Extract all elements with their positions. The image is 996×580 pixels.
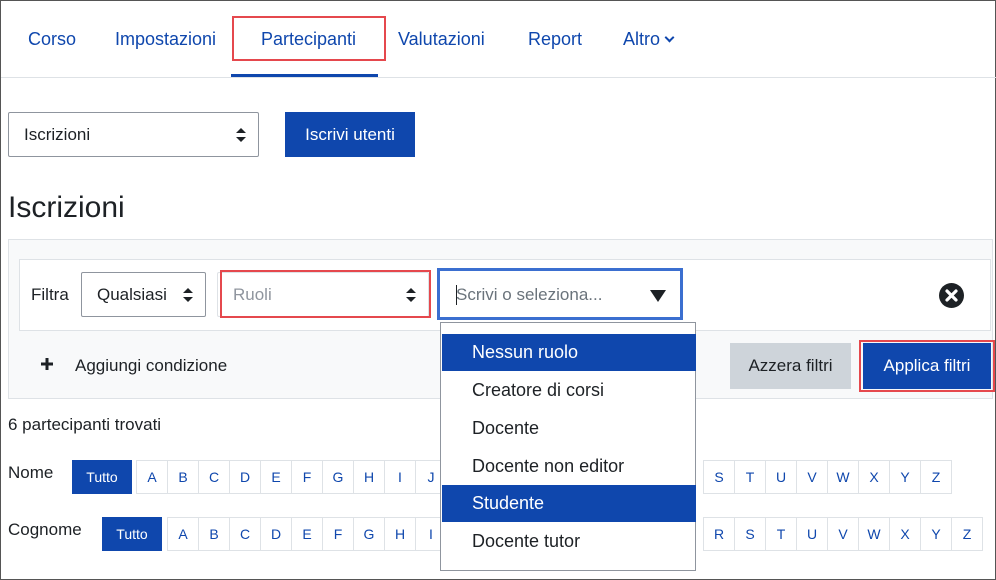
- tab-more[interactable]: Altro: [623, 27, 675, 51]
- last-initial-s[interactable]: S: [734, 517, 766, 551]
- roles-input-placeholder: Scrivi o seleziona...: [456, 285, 603, 304]
- last-initial-u[interactable]: U: [796, 517, 828, 551]
- last-initial-a[interactable]: A: [167, 517, 199, 551]
- first-initial-d[interactable]: D: [229, 460, 261, 494]
- roles-dropdown-list: Nessun ruolo Creatore di corsi Docente D…: [440, 322, 696, 571]
- plus-icon: [39, 356, 55, 372]
- tab-more-label: Altro: [623, 29, 661, 49]
- first-name-label: Nome: [8, 463, 54, 482]
- enrol-users-button[interactable]: Iscrivi utenti: [285, 112, 415, 157]
- role-option-non-editing-teacher[interactable]: Docente non editor: [442, 448, 696, 485]
- role-option-tutor[interactable]: Docente tutor: [442, 523, 696, 560]
- first-initial-z[interactable]: Z: [920, 460, 952, 494]
- last-initial-f[interactable]: F: [322, 517, 354, 551]
- filter-label: Filtra: [31, 285, 69, 304]
- last-initial-b[interactable]: B: [198, 517, 230, 551]
- first-initial-all[interactable]: Tutto: [72, 460, 132, 494]
- remove-filter-icon[interactable]: [939, 283, 964, 308]
- last-initial-g[interactable]: G: [353, 517, 385, 551]
- page-title: Iscrizioni: [8, 191, 125, 224]
- sort-arrows-icon: [183, 287, 193, 302]
- last-initial-r[interactable]: R: [703, 517, 735, 551]
- dropdown-arrow-icon[interactable]: [650, 290, 666, 302]
- last-initial-t[interactable]: T: [765, 517, 797, 551]
- last-initial-z[interactable]: Z: [951, 517, 983, 551]
- role-option-no-role[interactable]: Nessun ruolo: [442, 334, 696, 371]
- last-initial-d[interactable]: D: [260, 517, 292, 551]
- first-initial-w[interactable]: W: [827, 460, 859, 494]
- last-initial-v[interactable]: V: [827, 517, 859, 551]
- first-initial-v[interactable]: V: [796, 460, 828, 494]
- first-initial-x[interactable]: X: [858, 460, 890, 494]
- tab-reports[interactable]: Report: [528, 27, 582, 51]
- highlight-box: [232, 16, 386, 61]
- tab-course[interactable]: Corso: [28, 27, 76, 51]
- first-initial-a[interactable]: A: [136, 460, 168, 494]
- tab-settings[interactable]: Impostazioni: [115, 27, 216, 51]
- role-option-student[interactable]: Studente: [442, 485, 696, 522]
- enrolment-select[interactable]: Iscrizioni: [8, 112, 259, 157]
- last-initial-e[interactable]: E: [291, 517, 323, 551]
- first-initial-b[interactable]: B: [167, 460, 199, 494]
- sort-arrows-icon: [236, 127, 246, 142]
- last-initial-w[interactable]: W: [858, 517, 890, 551]
- first-initial-f[interactable]: F: [291, 460, 323, 494]
- chevron-down-icon: [664, 32, 675, 43]
- last-initial-all[interactable]: Tutto: [102, 517, 162, 551]
- first-initial-t[interactable]: T: [734, 460, 766, 494]
- roles-autocomplete-input[interactable]: Scrivi o seleziona...: [437, 268, 683, 320]
- first-initial-i[interactable]: I: [384, 460, 416, 494]
- last-name-label: Cognome: [8, 520, 82, 539]
- last-initial-x[interactable]: X: [889, 517, 921, 551]
- tab-grades[interactable]: Valutazioni: [398, 27, 485, 51]
- first-initial-c[interactable]: C: [198, 460, 230, 494]
- first-initial-s[interactable]: S: [703, 460, 735, 494]
- add-condition-button[interactable]: Aggiungi condizione: [75, 356, 227, 376]
- role-option-course-creator[interactable]: Creatore di corsi: [442, 372, 696, 409]
- role-option-teacher[interactable]: Docente: [442, 410, 696, 447]
- participants-count: 6 partecipanti trovati: [8, 415, 162, 434]
- nav-divider: [1, 77, 996, 78]
- highlight-box: [220, 270, 431, 318]
- last-initial-c[interactable]: C: [229, 517, 261, 551]
- first-initial-g[interactable]: G: [322, 460, 354, 494]
- last-initial-y[interactable]: Y: [920, 517, 952, 551]
- highlight-box: [859, 340, 995, 392]
- enrolment-select-value: Iscrizioni: [24, 124, 91, 144]
- match-select[interactable]: Qualsiasi: [81, 272, 206, 317]
- first-initial-u[interactable]: U: [765, 460, 797, 494]
- first-initial-y[interactable]: Y: [889, 460, 921, 494]
- first-initial-h[interactable]: H: [353, 460, 385, 494]
- reset-filters-button[interactable]: Azzera filtri: [730, 343, 851, 389]
- first-initial-e[interactable]: E: [260, 460, 292, 494]
- last-initial-h[interactable]: H: [384, 517, 416, 551]
- match-select-value: Qualsiasi: [97, 284, 167, 304]
- text-cursor: [456, 285, 457, 305]
